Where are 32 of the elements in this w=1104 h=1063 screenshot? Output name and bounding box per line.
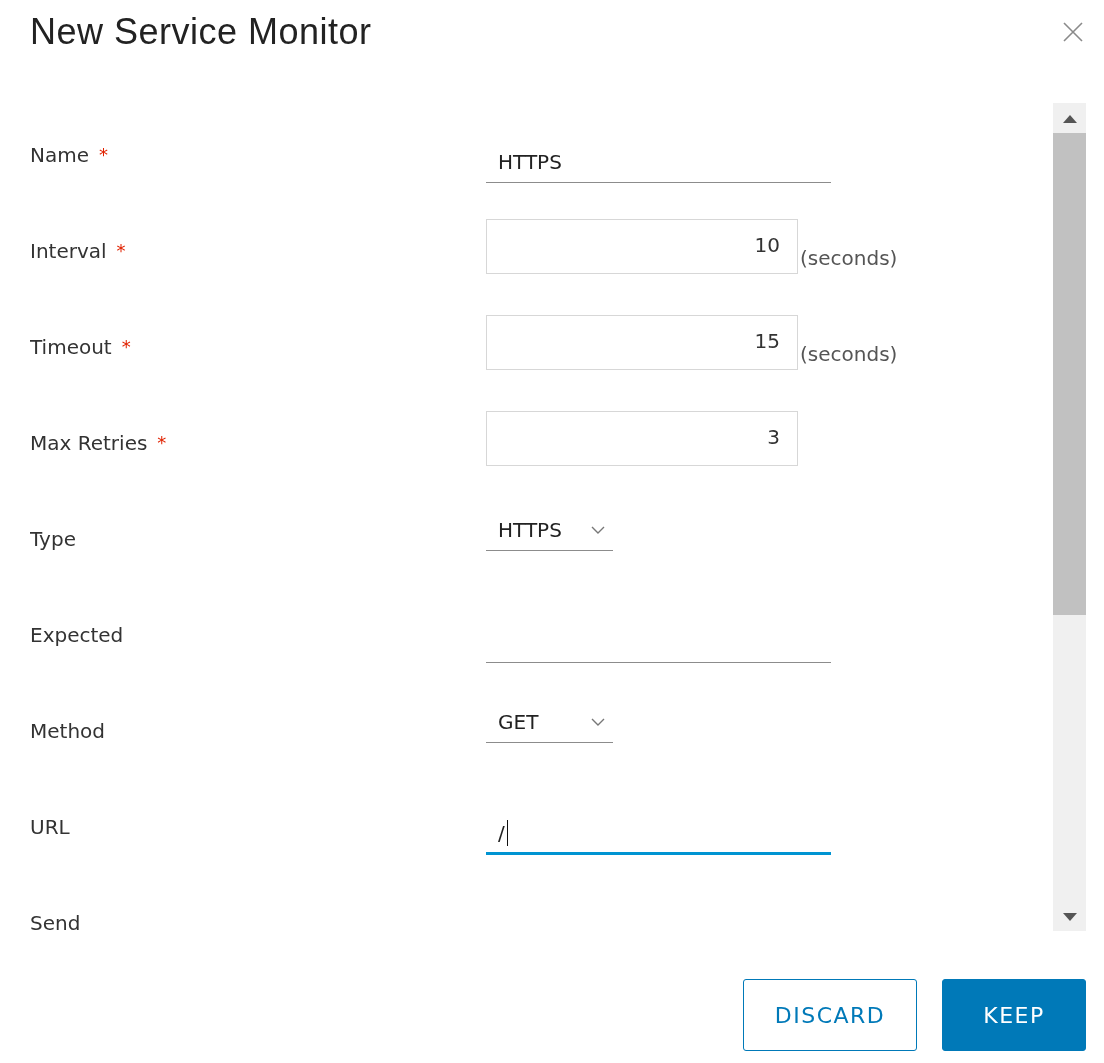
- scroll-down-icon[interactable]: [1062, 913, 1077, 921]
- field-label: Type: [30, 527, 76, 551]
- field-label: Method: [30, 719, 105, 743]
- field-label: Send: [30, 911, 81, 931]
- required-mark: *: [157, 432, 167, 453]
- scrollbar-thumb[interactable]: [1053, 133, 1086, 615]
- text-field[interactable]: HTTPS: [486, 141, 831, 183]
- discard-button[interactable]: DISCARD: [743, 979, 917, 1051]
- field-label: Timeout: [30, 335, 112, 359]
- scroll-up-icon[interactable]: [1062, 115, 1077, 123]
- required-mark: *: [99, 144, 108, 165]
- required-mark: *: [121, 336, 131, 357]
- field-label: URL: [30, 815, 70, 839]
- field-label: Name: [30, 143, 89, 167]
- number-field[interactable]: 10: [486, 219, 798, 274]
- close-icon[interactable]: [1062, 21, 1084, 43]
- field-label: Max Retries: [30, 431, 148, 455]
- dialog-title: New Service Monitor: [30, 11, 372, 53]
- unit-label: (seconds): [800, 246, 898, 272]
- dropdown[interactable]: HTTPS: [486, 509, 613, 551]
- required-mark: *: [116, 240, 126, 261]
- text-field[interactable]: /: [486, 813, 831, 855]
- field-label: Interval: [30, 239, 107, 263]
- chevron-down-icon: [591, 525, 605, 534]
- chevron-down-icon: [591, 717, 605, 726]
- field-label: Expected: [30, 623, 124, 647]
- number-field[interactable]: 15: [486, 315, 798, 370]
- number-field[interactable]: 3: [486, 411, 798, 466]
- unit-label: (seconds): [800, 342, 898, 368]
- dropdown[interactable]: GET: [486, 701, 613, 743]
- scrollbar[interactable]: [1053, 103, 1086, 931]
- keep-button[interactable]: KEEP: [942, 979, 1086, 1051]
